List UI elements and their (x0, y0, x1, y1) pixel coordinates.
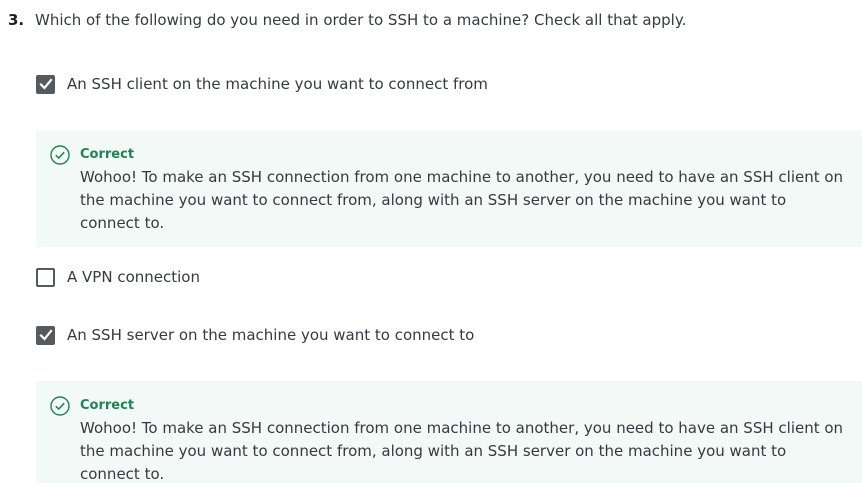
feedback-text: Wohoo! To make an SSH connection from on… (80, 419, 844, 483)
checkbox-unchecked-icon[interactable] (36, 267, 55, 287)
check-circle-icon (50, 145, 70, 165)
option-label: An SSH server on the machine you want to… (67, 326, 475, 344)
option-ssh-client[interactable]: An SSH client on the machine you want to… (36, 74, 488, 94)
feedback-status: Correct (80, 147, 135, 162)
option-ssh-server[interactable]: An SSH server on the machine you want to… (36, 325, 474, 345)
option-label: A VPN connection (67, 268, 200, 286)
question-header: 3. Which of the following do you need in … (8, 10, 686, 30)
option-label: An SSH client on the machine you want to… (67, 75, 488, 93)
question-text: Which of the following do you need in or… (35, 11, 687, 29)
feedback-status: Correct (80, 398, 135, 413)
option-vpn[interactable]: A VPN connection (36, 267, 200, 287)
check-circle-icon (50, 396, 70, 416)
checkbox-checked-icon[interactable] (36, 325, 55, 345)
checkbox-checked-icon[interactable] (36, 74, 55, 94)
question-number: 3. (8, 11, 25, 29)
feedback-text: Wohoo! To make an SSH connection from on… (80, 168, 844, 232)
feedback-panel: Correct Wohoo! To make an SSH connection… (36, 381, 862, 483)
feedback-panel: Correct Wohoo! To make an SSH connection… (36, 130, 862, 247)
